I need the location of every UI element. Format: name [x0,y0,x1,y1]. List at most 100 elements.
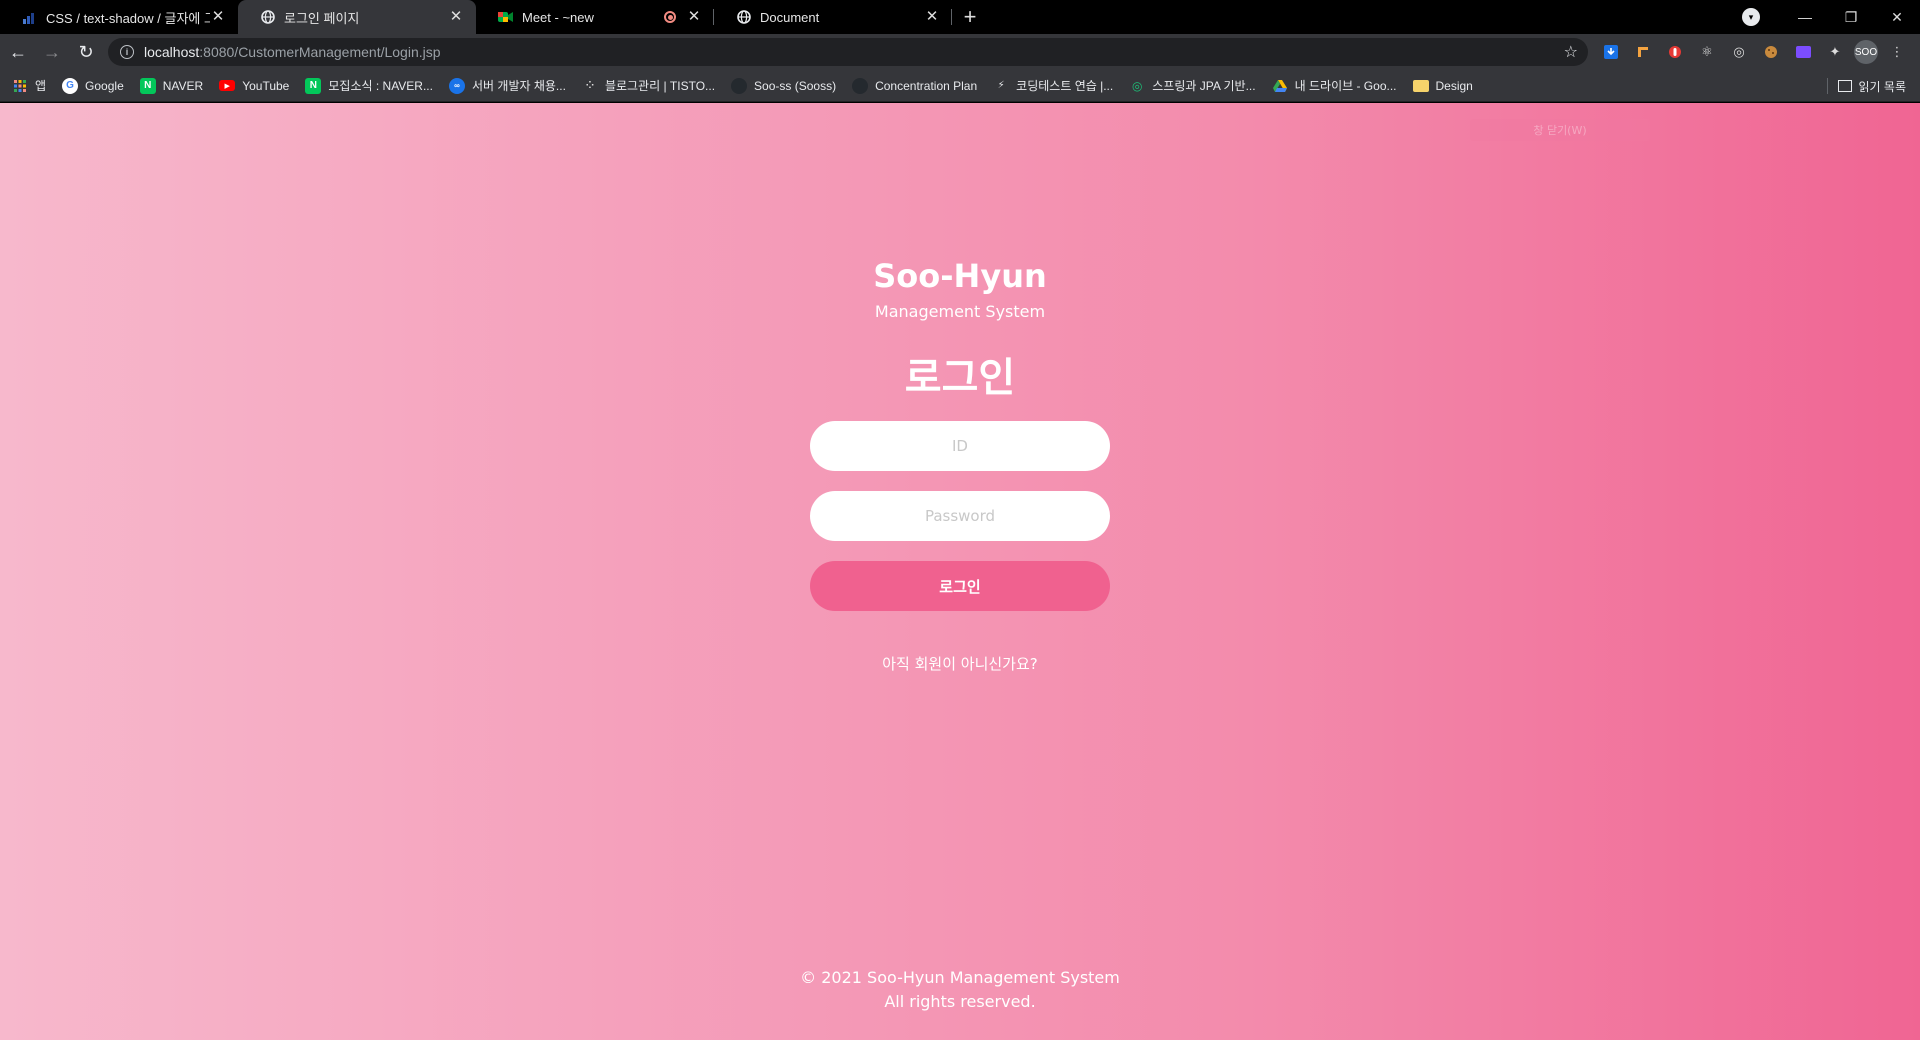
footer-copyright: © 2021 Soo-Hyun Management System [800,968,1120,987]
cookie-extension-icon[interactable] [1758,39,1784,65]
tab-login-page[interactable]: 로그인 페이지 ✕ [238,0,476,34]
bookmark-label: 스프링과 JPA 기반... [1152,79,1256,93]
folder-icon [1412,79,1429,92]
bookmark-google[interactable]: G Google [62,77,124,94]
react-devtools-icon[interactable]: ⚛ [1694,39,1720,65]
bookmark-google-drive[interactable]: 내 드라이브 - Goo... [1272,77,1397,94]
tab-close-icon[interactable]: ✕ [210,9,226,25]
tab-title: CSS / text-shadow / 글자에 그림자 [46,10,210,26]
ghost-tooltip: 창 닫기(W) [1470,119,1650,141]
bookmark-github-sooss[interactable]: Soo-ss (Sooss) [731,77,837,94]
reading-list-label: 읽기 목록 [1858,79,1907,94]
restore-icon[interactable]: ❐ [1828,0,1874,34]
bookmarks-bar: 앱 G Google N NAVER ▶ YouTube N 모집소식 : NA… [0,70,1920,102]
bookmark-label: Design [1435,78,1473,93]
globe-icon [736,10,751,25]
bookmark-naver[interactable]: N NAVER [139,77,204,94]
ruler-extension-icon[interactable] [1630,39,1656,65]
kebab-menu-icon[interactable]: ⋮ [1884,39,1910,65]
bookmark-label: 내 드라이브 - Goo... [1294,79,1397,93]
brand-subtitle: Management System [874,302,1046,321]
naver-icon: N [305,77,322,94]
tab-css-text-shadow[interactable]: CSS / text-shadow / 글자에 그림자 ✕ [0,0,238,34]
github-icon [852,77,869,94]
tab-separator [951,9,952,25]
tab-title: Meet - ~new [522,9,594,25]
tab-title: Document [760,9,820,25]
login-button[interactable]: 로그인 [810,561,1110,611]
new-tab-button[interactable]: + [956,0,984,34]
tab-document[interactable]: Document ✕ [714,0,952,34]
bookmark-label: 서버 개발자 채용... [471,79,566,93]
bookmark-label: YouTube [242,78,290,93]
recording-icon [664,11,676,23]
window-close-icon[interactable]: ✕ [1874,0,1920,34]
meet-icon [498,10,513,25]
bookmark-label: 모집소식 : NAVER... [328,79,433,93]
bookmark-tistory[interactable]: ⁘ 블로그관리 | TISTO... [582,77,715,94]
forward-icon[interactable]: → [36,37,68,67]
naver-icon: N [139,77,156,94]
programmers-icon: ⚡ [997,80,1005,91]
bookmark-label: 블로그관리 | TISTO... [604,79,716,93]
bookmark-youtube[interactable]: ▶ YouTube [219,79,289,93]
tab-search-icon[interactable]: ▾ [1742,8,1760,26]
bookmark-label: Google [85,78,124,93]
minimize-icon[interactable]: — [1782,0,1828,34]
id-input[interactable] [810,421,1110,471]
bookmark-label: Soo-ss (Sooss) [754,78,837,93]
bookmark-apps[interactable]: 앱 [12,77,46,94]
download-extension-icon[interactable] [1598,39,1624,65]
bookmark-label: 코딩테스트 연습 |... [1016,79,1114,93]
profile-avatar[interactable]: SOO [1854,40,1878,64]
site-info-icon[interactable]: i [120,45,134,59]
globe-icon [260,10,275,25]
bookmark-star-icon[interactable]: ☆ [1564,42,1578,62]
bookmark-concentration-plan[interactable]: Concentration Plan [852,77,978,94]
loop-icon: ∞ [448,77,465,94]
purple-extension-icon[interactable] [1790,39,1816,65]
tab-meet[interactable]: Meet - ~new ✕ [476,0,714,34]
signup-link[interactable]: 아직 회원이 아니신가요? [0,653,1920,674]
adblock-extension-icon[interactable] [1662,39,1688,65]
bookmark-label: NAVER [162,78,204,93]
browser-toolbar: ← → ↻ i localhost:8080/CustomerManagemen… [0,34,1920,70]
divider [1826,78,1828,94]
bookmark-label: 앱 [35,79,47,93]
blog-icon [22,10,37,25]
tab-close-icon[interactable]: ✕ [686,9,702,25]
reload-icon[interactable]: ↻ [70,37,102,67]
bookmark-spring-jpa[interactable]: ◎ 스프링과 JPA 기반... [1129,77,1256,94]
youtube-icon: ▶ [219,80,236,91]
url-host: localhost [144,44,200,60]
inflearn-icon: ◎ [1131,78,1143,93]
bookmark-server-dev[interactable]: ∞ 서버 개발자 채용... [448,77,566,94]
tistory-icon: ⁘ [585,80,595,91]
tab-strip: CSS / text-shadow / 글자에 그림자 ✕ 로그인 페이지 ✕ … [0,0,1920,34]
extensions-area: ⚛ ◎ ✦ SOO ⋮ [1598,38,1916,66]
tab-title: 로그인 페이지 [284,10,360,26]
bookmark-naver-recruit[interactable]: N 모집소식 : NAVER... [305,77,433,94]
reading-list-icon [1837,80,1852,92]
login-page: 창 닫기(W) Soo-Hyun Management System 로그인 로… [0,103,1920,1040]
url-path: :8080/CustomerManagement/Login.jsp [199,44,441,60]
drive-icon [1272,78,1288,94]
back-icon[interactable]: ← [2,37,34,67]
reading-list-button[interactable]: 읽기 목록 [1826,70,1907,102]
window-controls: — ❐ ✕ [1782,0,1920,34]
apps-grid-icon [12,78,28,94]
bookmark-label: Concentration Plan [875,78,978,93]
address-bar[interactable]: i localhost:8080/CustomerManagement/Logi… [108,38,1588,66]
puzzle-extensions-icon[interactable]: ✦ [1822,39,1848,65]
google-icon: G [62,77,79,94]
bookmark-coding-test[interactable]: ⚡ 코딩테스트 연습 |... [993,77,1114,94]
tab-close-icon[interactable]: ✕ [448,9,464,25]
footer-rights: All rights reserved. [884,992,1036,1011]
github-icon [731,77,748,94]
bookmark-folder-design[interactable]: Design [1412,78,1473,93]
login-heading: 로그인 [904,355,1016,401]
password-input[interactable] [810,491,1110,541]
brand-title: Soo-Hyun [873,257,1047,295]
tab-close-icon[interactable]: ✕ [924,9,940,25]
target-extension-icon[interactable]: ◎ [1726,39,1752,65]
